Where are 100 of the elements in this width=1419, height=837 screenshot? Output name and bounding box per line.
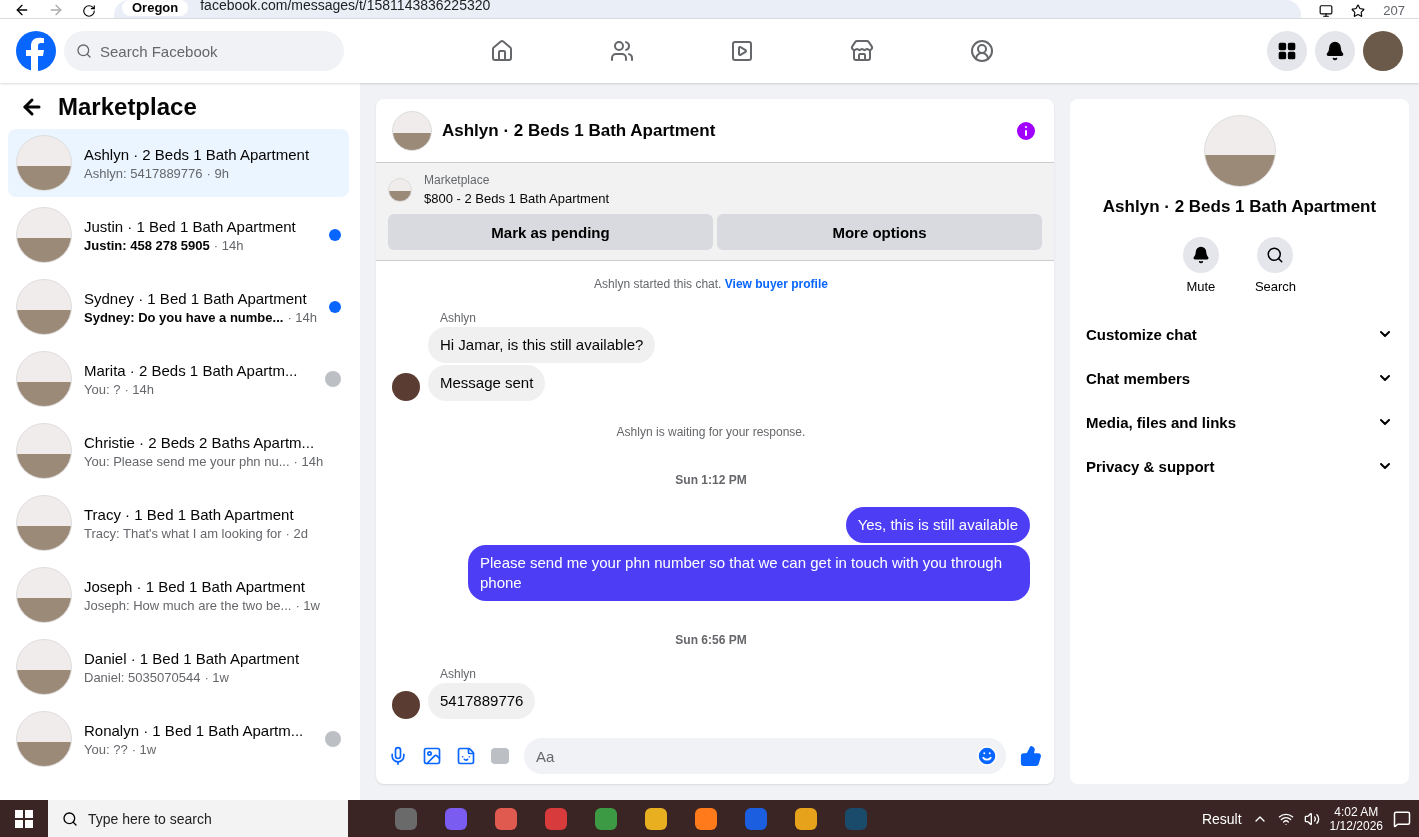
listing-photo bbox=[16, 711, 72, 767]
listing-photo bbox=[16, 135, 72, 191]
home-icon[interactable] bbox=[489, 39, 514, 63]
listing-photo bbox=[16, 567, 72, 623]
video-icon[interactable] bbox=[729, 39, 754, 63]
search-icon bbox=[1266, 246, 1285, 264]
sidebar-title: Marketplace bbox=[58, 93, 197, 121]
conversation-item[interactable]: Ashlyn · 2 Beds 1 Bath Apartment Ashlyn: 5417889776 · 9h bbox=[8, 129, 350, 197]
bell-icon bbox=[1325, 41, 1345, 61]
notifications-icon[interactable] bbox=[1393, 809, 1411, 828]
marketplace-icon[interactable] bbox=[849, 39, 874, 63]
volume-icon[interactable] bbox=[1303, 810, 1320, 827]
friends-icon[interactable] bbox=[609, 39, 634, 63]
sender-avatar bbox=[392, 691, 420, 719]
back-icon[interactable] bbox=[14, 2, 30, 18]
section-toggle[interactable]: Chat members bbox=[1070, 356, 1409, 400]
details-title: Ashlyn · 2 Beds 1 Bath Apartment bbox=[1102, 197, 1377, 217]
reload-icon[interactable] bbox=[82, 4, 96, 18]
message-preview: Daniel: 5035070544 bbox=[84, 669, 201, 685]
listing-photo bbox=[388, 177, 412, 202]
weather-text[interactable]: Result bbox=[1201, 810, 1242, 827]
message-bubble: Hi Jamar, is this still available? bbox=[428, 327, 656, 363]
microphone-icon[interactable] bbox=[388, 746, 408, 766]
buyer-profile-link[interactable]: View buyer profile bbox=[724, 277, 828, 291]
groups-icon[interactable] bbox=[969, 39, 994, 63]
conversation-title: Ronalyn · 1 Bed 1 Bath Apartm... bbox=[84, 721, 305, 739]
bell-icon bbox=[1191, 246, 1210, 264]
emoji-icon[interactable] bbox=[976, 745, 998, 767]
conversation-item[interactable]: Daniel · 1 Bed 1 Bath Apartment Daniel: 5035070544 · 1w bbox=[8, 633, 350, 701]
timestamp: · 1w bbox=[295, 597, 320, 613]
message-preview: Ashlyn: 5417889776 bbox=[84, 165, 203, 181]
bookmark-icon[interactable] bbox=[1351, 4, 1366, 18]
timestamp: · 1w bbox=[131, 741, 157, 757]
taskbar-app-icon[interactable] bbox=[495, 807, 517, 830]
section-toggle[interactable]: Privacy & support bbox=[1070, 444, 1409, 488]
install-icon[interactable] bbox=[1319, 4, 1334, 18]
message-bubble: Message sent bbox=[428, 365, 546, 401]
conversation-title: Daniel · 1 Bed 1 Bath Apartment bbox=[84, 649, 301, 667]
conversation-item[interactable]: Marita · 2 Beds 1 Bath Apartm... You: ? · 14h bbox=[8, 345, 350, 413]
conversation-item[interactable]: Christie · 2 Beds 2 Baths Apartm... You: Please send me your phn nu... · 14h bbox=[8, 417, 350, 485]
message-preview: You: ?? bbox=[84, 741, 128, 757]
taskbar-app-icon[interactable] bbox=[595, 807, 617, 830]
message-bubble: 5417889776 bbox=[428, 683, 536, 719]
time-divider: Sun 6:56 PM bbox=[674, 632, 748, 649]
taskbar-app-icon[interactable] bbox=[545, 807, 567, 830]
conversation-item[interactable]: Justin · 1 Bed 1 Bath Apartment Justin: 458 278 5905 · 14h bbox=[8, 201, 350, 269]
listing-photo bbox=[16, 639, 72, 695]
taskbar-app-icon[interactable] bbox=[795, 807, 817, 830]
message-preview: Joseph: How much are the two be... bbox=[84, 597, 292, 613]
listing-photo bbox=[16, 423, 72, 479]
message-bubble: Please send me your phn number so that we can get in touch with you through phone bbox=[468, 545, 1030, 601]
message-field[interactable]: Aa bbox=[524, 738, 1006, 774]
grid-icon bbox=[1277, 41, 1297, 61]
location-chip[interactable]: Oregon bbox=[122, 0, 189, 16]
search-icon bbox=[62, 810, 78, 827]
conversation-item[interactable]: Sydney · 1 Bed 1 Bath Apartment Sydney: Do you have a numbe... · 14h bbox=[8, 273, 350, 341]
timestamp: · 9h bbox=[206, 165, 229, 181]
timestamp: · 14h bbox=[287, 309, 318, 325]
clock[interactable]: 4:02 AM 1/12/2026 bbox=[1329, 804, 1383, 833]
url-text: facebook.com/messages/t/1581143836225320 bbox=[200, 0, 491, 12]
sticker-icon[interactable] bbox=[456, 746, 476, 766]
taskbar-search-field[interactable]: Type here to search bbox=[48, 800, 348, 837]
address-bar[interactable]: Oregon facebook.com/messages/t/1581143836225320 bbox=[114, 0, 1302, 18]
conversation-title: Joseph · 1 Bed 1 Bath Apartment bbox=[84, 577, 306, 595]
listing-title: $800 - 2 Beds 1 Bath Apartment bbox=[424, 191, 609, 206]
message-preview: Justin: 458 278 5905 bbox=[84, 237, 210, 253]
conversation-title: Justin · 1 Bed 1 Bath Apartment bbox=[84, 217, 297, 235]
section-toggle[interactable]: Customize chat bbox=[1070, 312, 1409, 356]
timestamp: · 14h bbox=[213, 237, 244, 253]
conversation-item[interactable]: Tracy · 1 Bed 1 Bath Apartment Tracy: That's what I am looking for · 2d bbox=[8, 489, 350, 557]
listing-photo bbox=[16, 207, 72, 263]
conversation-title: Tracy · 1 Bed 1 Bath Apartment bbox=[84, 505, 295, 523]
section-toggle[interactable]: Media, files and links bbox=[1070, 400, 1409, 444]
search-icon bbox=[76, 43, 92, 59]
conversation-title: Christie · 2 Beds 2 Baths Apartm... bbox=[84, 433, 316, 451]
listing-photo bbox=[16, 495, 72, 551]
menu-button[interactable] bbox=[1267, 31, 1307, 71]
listing-photo bbox=[392, 110, 432, 151]
message-preview: Sydney: Do you have a numbe... bbox=[84, 309, 284, 325]
conversation-item[interactable]: Joseph · 1 Bed 1 Bath Apartment Joseph: How much are the two be... · 1w bbox=[8, 561, 350, 629]
like-icon[interactable] bbox=[1020, 745, 1042, 767]
profile-avatar[interactable] bbox=[1363, 31, 1403, 71]
image-icon[interactable] bbox=[422, 746, 442, 766]
action-button[interactable]: More options bbox=[717, 214, 1042, 250]
taskbar-app-icon[interactable] bbox=[445, 807, 467, 830]
conversation-item[interactable]: Ronalyn · 1 Bed 1 Bath Apartm... You: ?? · 1w bbox=[8, 705, 350, 773]
sender-name: Ashlyn bbox=[439, 667, 477, 681]
listing-photo bbox=[16, 351, 72, 407]
taskbar-app-icon[interactable] bbox=[695, 807, 717, 830]
action-button[interactable]: Mark as pending bbox=[388, 214, 713, 250]
conversation-title: Sydney · 1 Bed 1 Bath Apartment bbox=[84, 289, 308, 307]
search-field[interactable]: Search Facebook bbox=[64, 31, 344, 71]
message-preview: You: Please send me your phn nu... bbox=[84, 453, 290, 469]
message-bubble: Yes, this is still available bbox=[845, 507, 1030, 543]
message-preview: Tracy: That's what I am looking for bbox=[84, 525, 282, 541]
timestamp: · 14h bbox=[124, 381, 155, 397]
notifications-button[interactable] bbox=[1315, 31, 1355, 71]
profile-count: 207 bbox=[1383, 4, 1405, 18]
facebook-logo[interactable] bbox=[16, 31, 56, 71]
taskbar-app-icon[interactable] bbox=[645, 807, 667, 830]
